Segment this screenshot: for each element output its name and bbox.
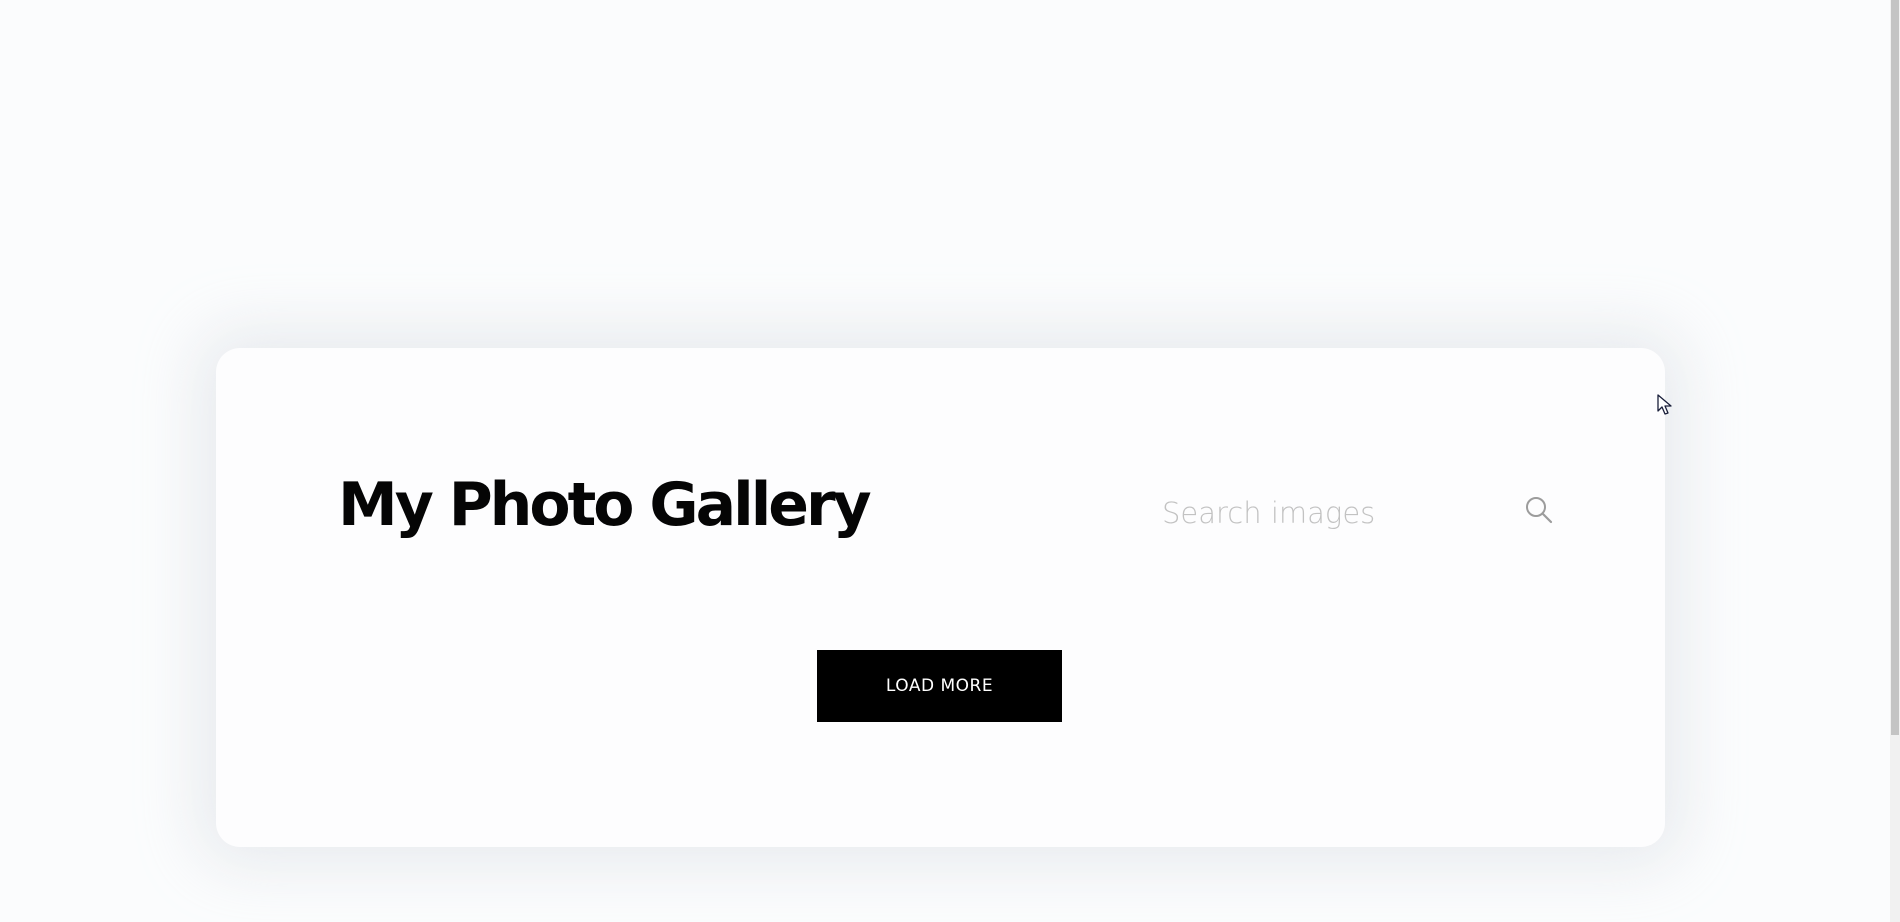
scrollbar-thumb[interactable] [1891,0,1899,735]
page: My Photo Gallery LOAD MORE [0,0,1900,922]
gallery-card: My Photo Gallery LOAD MORE [216,348,1665,847]
scrollbar[interactable] [1890,0,1900,922]
mouse-pointer-icon [1657,394,1673,416]
search-icon[interactable] [1524,495,1554,525]
search-input[interactable] [1162,489,1492,537]
page-title: My Photo Gallery [338,470,872,540]
load-more-button[interactable]: LOAD MORE [817,650,1062,722]
search-bar [1162,489,1554,537]
